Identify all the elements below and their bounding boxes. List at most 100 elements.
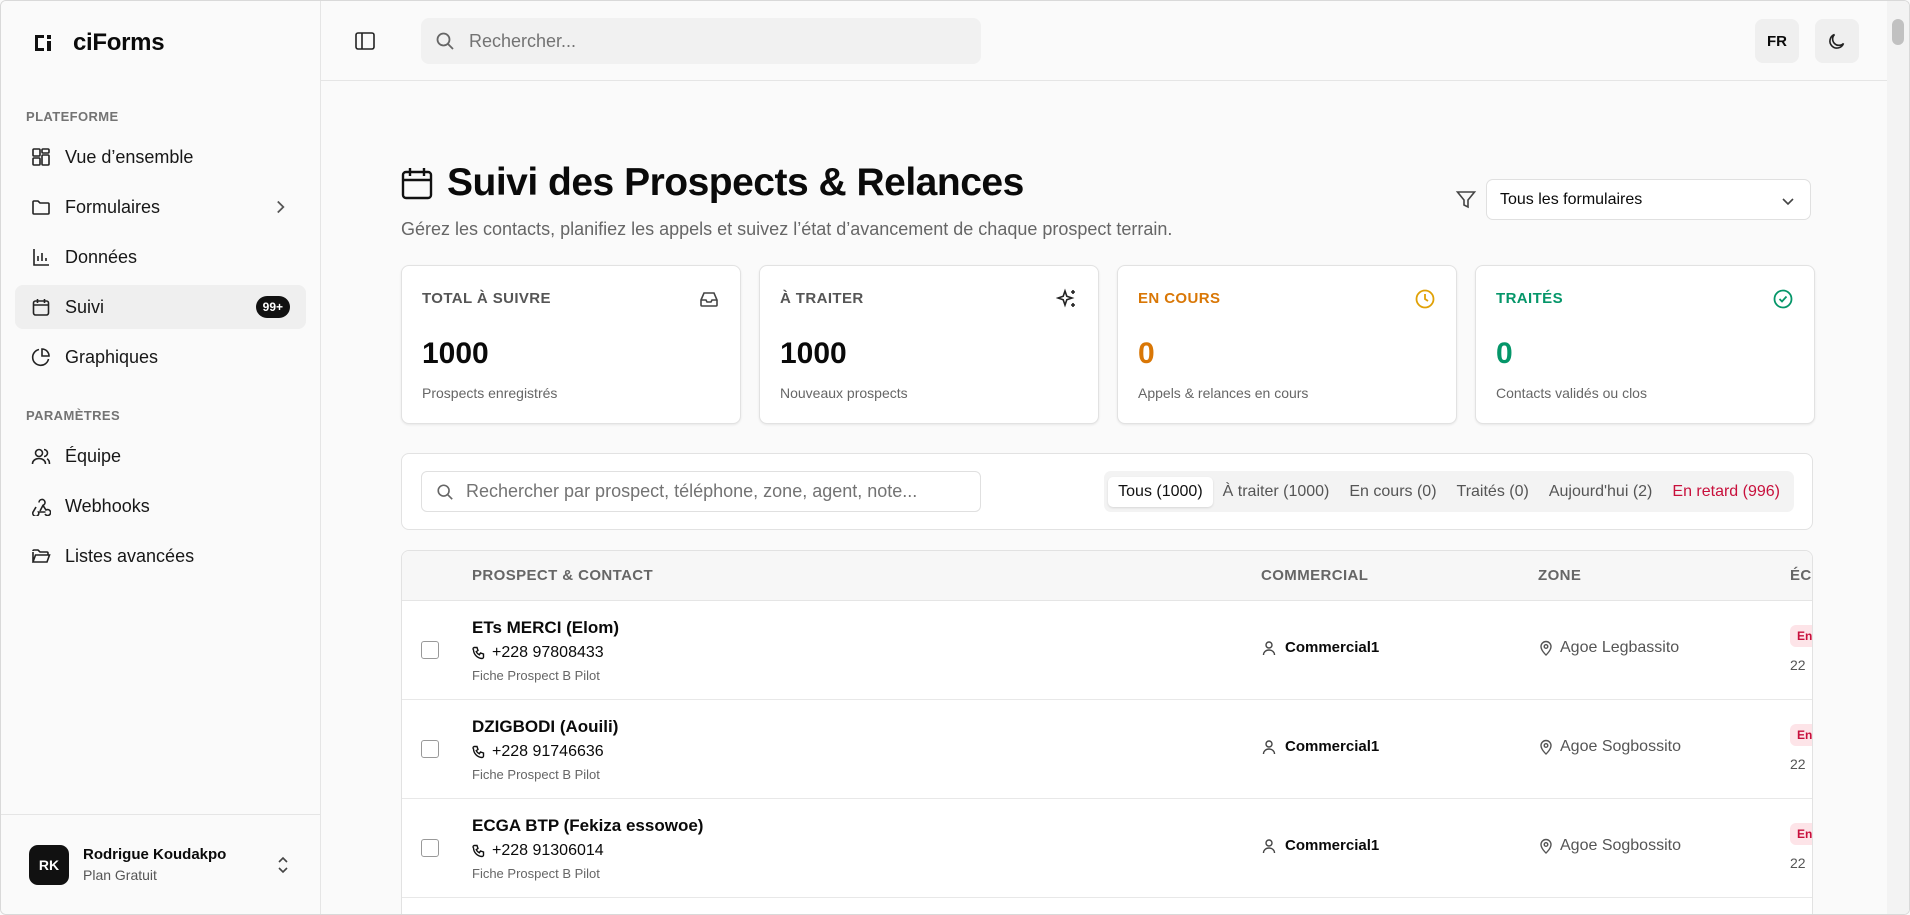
chevron-down-icon — [1782, 198, 1794, 206]
row-checkbox[interactable] — [421, 641, 439, 659]
table-row[interactable]: DZIGBODI (Aouili) +228 91746636 Fiche Pr… — [402, 700, 1812, 799]
stat-label: À TRAITER — [780, 290, 864, 307]
prospect-name[interactable]: ETs MERCI (Elom) — [472, 618, 619, 638]
table-row[interactable]: ECGA BTP (Fekiza essowoe) +228 91306014 … — [402, 799, 1812, 898]
page-subtitle: Gérez les contacts, planifiez les appels… — [401, 219, 1173, 239]
global-search[interactable] — [421, 18, 981, 64]
status-badge: En — [1790, 724, 1812, 746]
global-search-input[interactable] — [469, 30, 949, 52]
column-header-due[interactable]: ÉC — [1790, 567, 1812, 584]
prospect-phone-number: +228 91746636 — [492, 743, 604, 760]
stat-card-in-progress: EN COURS 0 Appels & relances en cours — [1117, 265, 1457, 424]
sidebar-item-overview[interactable]: Vue d’ensemble — [15, 135, 306, 179]
zone-name: Agoe Sogbossito — [1560, 837, 1681, 854]
sidebar-item-label: Graphiques — [65, 346, 159, 367]
row-checkbox[interactable] — [421, 839, 439, 857]
zone-cell: Agoe Sogbossito — [1538, 738, 1681, 756]
stat-value: 0 — [1496, 337, 1513, 370]
sidebar-item-data[interactable]: Données — [15, 235, 306, 279]
page-scrollbar[interactable] — [1887, 1, 1909, 914]
sidebar-item-suivi[interactable]: Suivi 99+ — [15, 285, 306, 329]
page-header: Suivi des Prospects & Relances Gérez les… — [401, 161, 1172, 240]
sidebar-item-team[interactable]: Équipe — [15, 434, 306, 478]
prospect-search[interactable] — [421, 471, 981, 512]
sidebar-item-forms[interactable]: Formulaires — [15, 185, 306, 229]
due-date: 22 — [1790, 657, 1806, 673]
table-row[interactable]: ETs MERCI (Elom) +228 97808433 Fiche Pro… — [402, 601, 1812, 700]
main-content: FR Suivi des Prospects & Relances Gérez … — [321, 1, 1909, 914]
sidebar-toggle-icon[interactable] — [353, 29, 377, 53]
stat-label: TRAITÉS — [1496, 290, 1563, 307]
column-header-commercial[interactable]: COMMERCIAL — [1261, 567, 1368, 584]
stat-card-to-process: À TRAITER 1000 Nouveaux prospects — [759, 265, 1099, 424]
stat-value: 1000 — [422, 337, 489, 370]
user-icon — [1262, 838, 1276, 853]
prospect-form-name: Fiche Prospect B Pilot — [472, 668, 600, 683]
stats-row: TOTAL À SUIVRE 1000 Prospects enregistré… — [401, 265, 1815, 424]
form-filter-select[interactable]: Tous les formulaires — [1486, 179, 1811, 220]
sidebar-item-label: Équipe — [65, 445, 122, 466]
row-checkbox[interactable] — [421, 740, 439, 758]
user-icon — [1262, 640, 1276, 655]
stat-caption: Prospects enregistrés — [422, 385, 558, 401]
stat-card-total: TOTAL À SUIVRE 1000 Prospects enregistré… — [401, 265, 741, 424]
tab-in-progress[interactable]: En cours (0) — [1339, 477, 1446, 507]
chevrons-up-down-icon[interactable] — [274, 855, 292, 875]
page-title: Suivi des Prospects & Relances — [447, 161, 1024, 204]
tab-today[interactable]: Aujourd'hui (2) — [1539, 477, 1663, 507]
status-badge: En — [1790, 625, 1812, 647]
sidebar-item-charts[interactable]: Graphiques — [15, 335, 306, 379]
commercial-cell: Commercial1 — [1261, 837, 1379, 854]
sidebar-item-label: Suivi — [65, 296, 105, 317]
section-label-settings: PARAMÈTRES — [26, 408, 121, 423]
tab-late[interactable]: En retard (996) — [1662, 477, 1790, 507]
prospect-name[interactable]: ECGA BTP (Fekiza essowoe) — [472, 816, 703, 836]
scrollbar-thumb[interactable] — [1892, 19, 1904, 45]
chevron-right-icon — [277, 200, 285, 214]
status-tabs: Tous (1000) À traiter (1000) En cours (0… — [1104, 471, 1794, 512]
due-date: 22 — [1790, 855, 1806, 871]
dashboard-icon — [32, 148, 50, 166]
ciforms-logo-icon — [35, 35, 51, 51]
user-plan: Plan Gratuit — [83, 867, 157, 883]
map-pin-icon — [1540, 838, 1552, 854]
search-icon — [436, 32, 454, 50]
sidebar-item-label: Données — [65, 246, 138, 267]
tab-done[interactable]: Traités (0) — [1447, 477, 1539, 507]
commercial-cell: Commercial1 — [1261, 738, 1379, 755]
sidebar-item-advanced-lists[interactable]: Listes avancées — [15, 534, 306, 578]
zone-name: Agoe Legbassito — [1560, 639, 1680, 656]
commercial-name: Commercial1 — [1285, 837, 1380, 854]
zone-name: Agoe Sogbossito — [1560, 738, 1681, 755]
topbar: FR — [321, 1, 1909, 81]
folder-icon — [32, 200, 50, 215]
prospect-search-input[interactable] — [466, 481, 966, 502]
zone-cell: Agoe Sogbossito — [1538, 837, 1681, 855]
prospect-form-name: Fiche Prospect B Pilot — [472, 866, 600, 881]
bar-chart-icon — [33, 249, 49, 266]
moon-icon — [1829, 33, 1845, 49]
brand-name: ciForms — [73, 29, 165, 56]
folder-open-icon — [31, 549, 51, 563]
tab-all[interactable]: Tous (1000) — [1108, 476, 1213, 507]
stat-value: 0 — [1138, 337, 1155, 370]
tab-to-process[interactable]: À traiter (1000) — [1213, 477, 1340, 507]
prospect-phone: +228 91306014 — [472, 842, 604, 860]
brand[interactable]: ciForms — [1, 1, 320, 85]
map-pin-icon — [1540, 739, 1552, 755]
stat-caption: Appels & relances en cours — [1138, 385, 1309, 401]
users-icon — [31, 448, 51, 465]
prospect-name[interactable]: DZIGBODI (Aouili) — [472, 717, 618, 737]
user-menu[interactable]: RK Rodrigue Koudakpo Plan Gratuit — [1, 814, 320, 914]
theme-toggle-button[interactable] — [1815, 19, 1859, 63]
column-header-prospect[interactable]: PROSPECT & CONTACT — [472, 567, 653, 584]
sidebar-item-webhooks[interactable]: Webhooks — [15, 484, 306, 528]
webhook-icon — [32, 498, 51, 516]
sidebar-item-label: Webhooks — [65, 495, 150, 516]
commercial-cell: Commercial1 — [1261, 639, 1379, 656]
language-button[interactable]: FR — [1755, 19, 1799, 63]
section-label-platform: PLATEFORME — [26, 109, 119, 124]
calendar-icon — [401, 168, 433, 200]
filter-icon — [1455, 191, 1477, 209]
column-header-zone[interactable]: ZONE — [1538, 567, 1581, 584]
